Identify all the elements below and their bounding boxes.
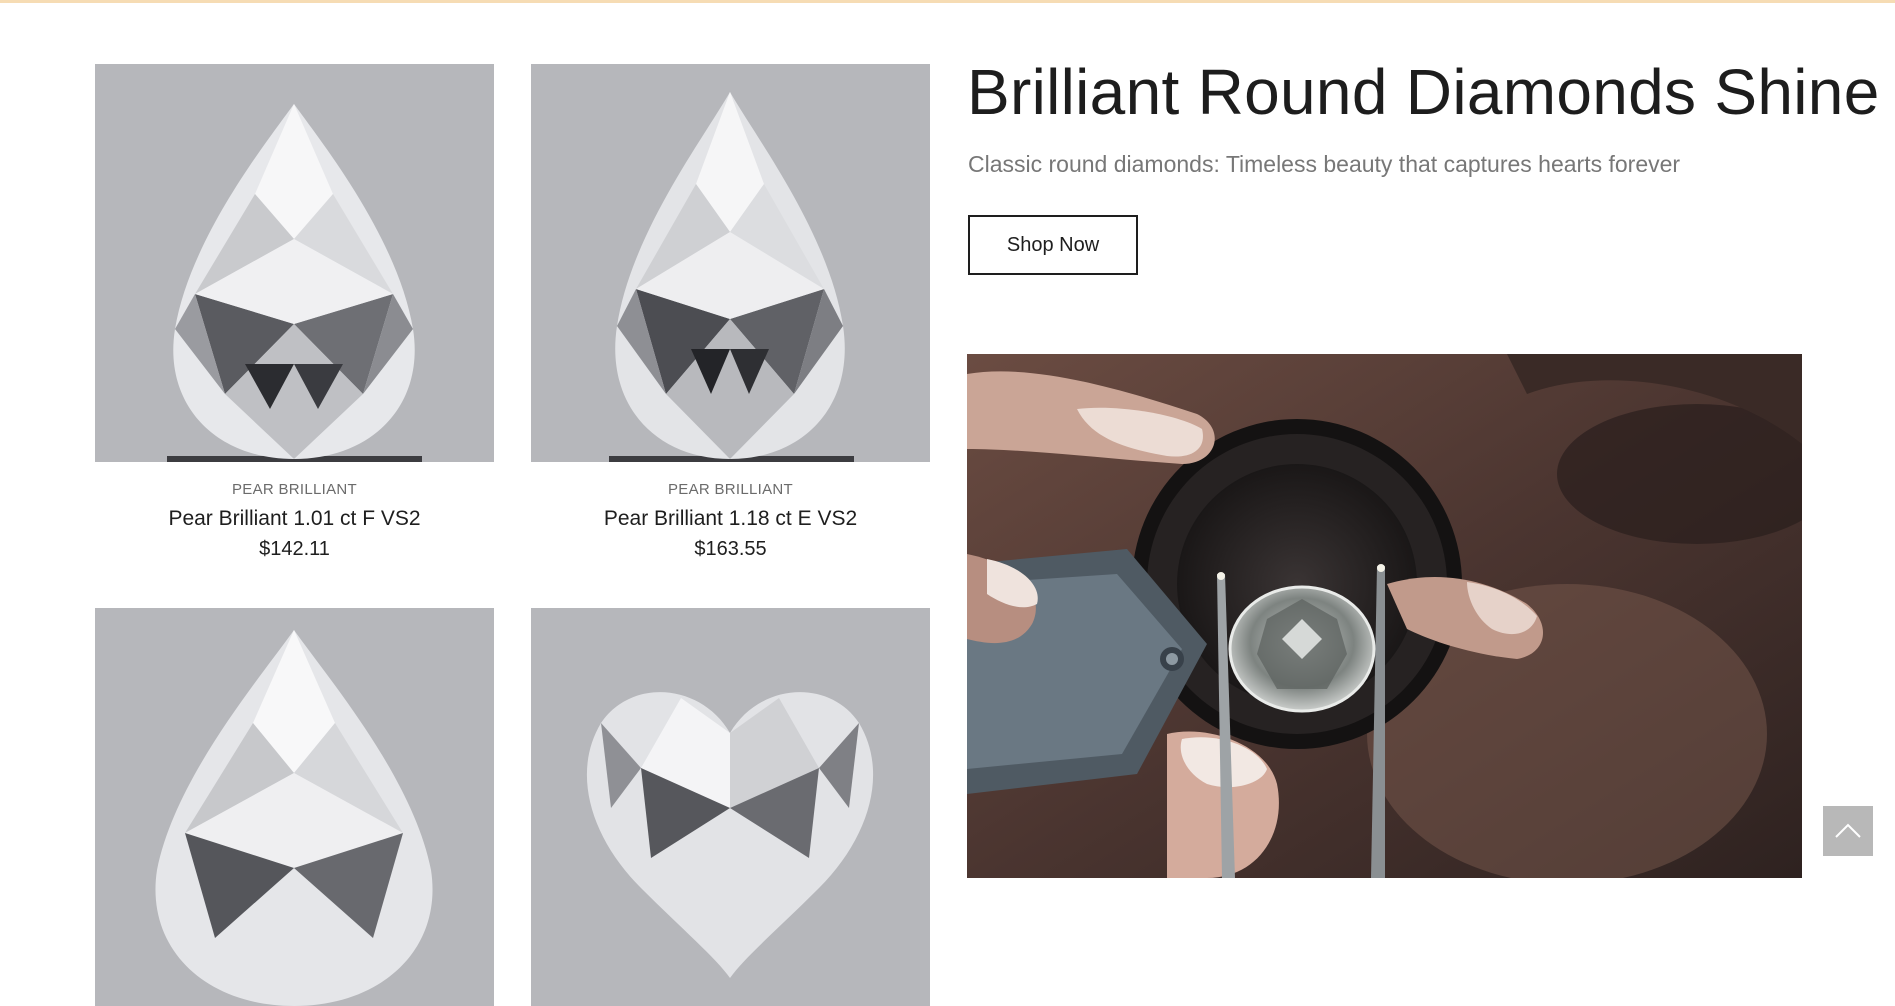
hero-subtitle: Classic round diamonds: Timeless beauty …	[968, 151, 1681, 177]
pear-diamond-icon	[609, 92, 854, 462]
diamond-inspection-loupe-icon	[967, 354, 1802, 878]
product-image[interactable]	[531, 64, 930, 462]
product-card[interactable]	[531, 608, 930, 1006]
product-category: PEAR BRILLIANT	[667, 481, 794, 498]
hero-title: Brilliant Round Diamonds Shine	[967, 56, 1880, 128]
pear-diamond-icon	[155, 630, 433, 1006]
product-card[interactable]	[95, 608, 494, 1006]
hero-image	[967, 354, 1802, 878]
product-title[interactable]: Pear Brilliant 1.18 ct E VS2	[531, 507, 930, 531]
product-image[interactable]	[531, 608, 930, 1006]
heart-diamond-icon	[586, 692, 874, 978]
product-card[interactable]: PEAR BRILLIANT Pear Brilliant 1.18 ct E …	[531, 64, 930, 561]
chevron-up-icon	[1835, 823, 1861, 838]
product-image[interactable]	[95, 608, 494, 1006]
product-image[interactable]	[95, 64, 494, 462]
top-accent-strip	[0, 0, 1895, 3]
back-to-top-button[interactable]	[1823, 806, 1873, 856]
pear-diamond-icon	[167, 104, 422, 462]
shop-now-button[interactable]: Shop Now	[968, 215, 1138, 275]
product-card[interactable]: PEAR BRILLIANT Pear Brilliant 1.01 ct F …	[95, 64, 494, 561]
product-price: $163.55	[694, 538, 767, 560]
product-price: $142.11	[259, 538, 330, 560]
product-category: PEAR BRILLIANT	[231, 481, 358, 498]
product-title[interactable]: Pear Brilliant 1.01 ct F VS2	[95, 507, 494, 531]
